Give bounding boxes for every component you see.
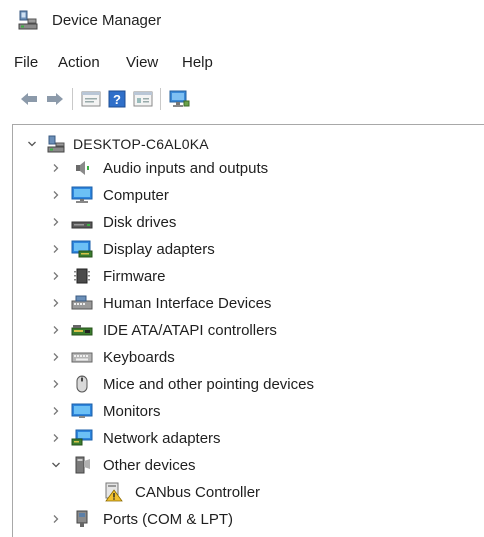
chevron-right-icon[interactable]	[49, 188, 63, 202]
tree-item-hid[interactable]: Human Interface Devices	[49, 291, 484, 315]
tree-item-canbus-controller[interactable]: CANbus Controller	[103, 480, 484, 504]
tree-item-ide-controllers[interactable]: IDE ATA/ATAPI controllers	[49, 318, 484, 342]
chevron-right-icon[interactable]	[49, 512, 63, 526]
tree-item-label: Disk drives	[103, 213, 177, 231]
chevron-right-icon[interactable]	[49, 323, 63, 337]
menu-bar: File Action View Help	[0, 48, 484, 78]
tree-item-label: Display adapters	[103, 240, 215, 258]
computer-icon	[71, 186, 93, 204]
tree-item-network-adapters[interactable]: Network adapters	[49, 426, 484, 450]
toolbar-separator	[72, 88, 73, 110]
chevron-right-icon[interactable]	[49, 350, 63, 364]
tree-item-other-devices[interactable]: Other devices	[49, 453, 484, 477]
firmware-icon	[71, 267, 93, 285]
disk-drive-icon	[71, 213, 93, 231]
unknown-device-warning-icon	[103, 482, 125, 502]
window-title: Device Manager	[52, 12, 162, 29]
hid-icon	[71, 294, 93, 312]
tree-item-label: CANbus Controller	[135, 483, 261, 501]
tree-item-label: Keyboards	[103, 348, 175, 366]
chevron-right-icon[interactable]	[49, 161, 63, 175]
chevron-right-icon[interactable]	[49, 242, 63, 256]
tree-item-label: Network adapters	[103, 429, 221, 447]
toolbar: ?	[0, 82, 484, 116]
chevron-right-icon[interactable]	[49, 269, 63, 283]
tree-item-disk-drives[interactable]: Disk drives	[49, 210, 484, 234]
toolbar-separator	[160, 88, 161, 110]
view-icon[interactable]	[132, 88, 154, 110]
display-adapter-icon	[71, 240, 93, 258]
tree-item-label: Computer	[103, 186, 169, 204]
speaker-icon	[71, 159, 93, 177]
forward-icon[interactable]	[44, 88, 66, 110]
keyboard-icon	[71, 348, 93, 366]
tree-item-mice[interactable]: Mice and other pointing devices	[49, 372, 484, 396]
monitor-icon[interactable]	[168, 88, 190, 110]
ide-controller-icon	[71, 321, 93, 339]
tree-root-label: DESKTOP-C6AL0KA	[73, 136, 209, 152]
tree-item-ports[interactable]: Ports (COM & LPT)	[49, 507, 484, 531]
tree-root[interactable]: DESKTOP-C6AL0KA	[25, 133, 465, 155]
tree-item-label: Monitors	[103, 402, 161, 420]
computer-root-icon	[47, 135, 65, 153]
help-icon[interactable]: ?	[106, 88, 128, 110]
tree-item-label: Audio inputs and outputs	[103, 159, 269, 177]
tree-item-computer[interactable]: Computer	[49, 183, 484, 207]
tree-item-monitors[interactable]: Monitors	[49, 399, 484, 423]
chevron-right-icon[interactable]	[49, 404, 63, 418]
tree-item-keyboards[interactable]: Keyboards	[49, 345, 484, 369]
chevron-right-icon[interactable]	[49, 431, 63, 445]
chevron-down-icon[interactable]	[49, 458, 63, 472]
tree-item-label: Ports (COM & LPT)	[103, 510, 234, 528]
tree-item-display-adapters[interactable]: Display adapters	[49, 237, 484, 261]
device-tree: DESKTOP-C6AL0KA Audio inputs and outputs	[12, 124, 484, 537]
menu-help[interactable]: Help	[182, 54, 213, 71]
mouse-icon	[71, 375, 93, 393]
menu-view[interactable]: View	[126, 54, 158, 71]
tree-item-audio[interactable]: Audio inputs and outputs	[49, 156, 484, 180]
tree-item-firmware[interactable]: Firmware	[49, 264, 484, 288]
chevron-right-icon[interactable]	[49, 377, 63, 391]
tree-item-label: Human Interface Devices	[103, 294, 272, 312]
back-icon[interactable]	[18, 88, 40, 110]
title-bar: Device Manager	[0, 0, 484, 46]
menu-action[interactable]: Action	[58, 54, 100, 71]
tree-item-label: Mice and other pointing devices	[103, 375, 314, 393]
tree-item-label: Other devices	[103, 456, 196, 474]
tree-item-label: IDE ATA/ATAPI controllers	[103, 321, 277, 339]
menu-file[interactable]: File	[14, 54, 38, 71]
other-devices-icon	[71, 456, 93, 474]
properties-icon[interactable]	[80, 88, 102, 110]
network-adapter-icon	[71, 429, 93, 447]
device-manager-icon	[18, 10, 38, 32]
port-icon	[71, 510, 93, 528]
chevron-right-icon[interactable]	[49, 215, 63, 229]
monitor-icon	[71, 402, 93, 420]
chevron-down-icon[interactable]	[25, 137, 39, 151]
svg-text:?: ?	[113, 92, 121, 107]
chevron-right-icon[interactable]	[49, 296, 63, 310]
tree-item-label: Firmware	[103, 267, 166, 285]
